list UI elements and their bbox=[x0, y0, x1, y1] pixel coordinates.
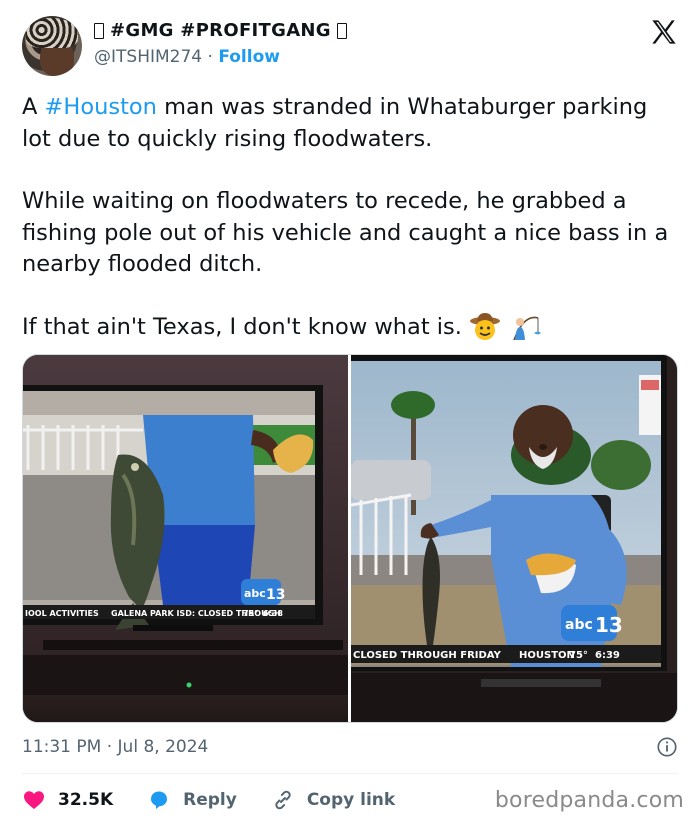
unknown-glyph-icon bbox=[94, 22, 104, 39]
photo-left[interactable]: abc 13 IOOL ACTIVITIES GALENA PARK ISD: … bbox=[23, 355, 348, 722]
person-fishing-icon bbox=[513, 316, 542, 341]
follow-button[interactable]: Follow bbox=[218, 47, 280, 67]
tweet-text-segment: If that ain't Texas, I don't know what i… bbox=[22, 313, 462, 340]
reply-label: Reply bbox=[183, 790, 237, 810]
left-logo-text: abc bbox=[244, 587, 266, 600]
tv-man-photo: abc 13 CLOSED THROUGH FRIDAY HOUSTON 75°… bbox=[351, 355, 677, 722]
right-logo-text: abc bbox=[565, 617, 593, 633]
tweet-timestamp[interactable]: 11:31 PM · Jul 8, 2024 bbox=[22, 737, 208, 757]
watermark: boredpanda.com bbox=[494, 788, 684, 813]
tv-fish-photo: abc 13 IOOL ACTIVITIES GALENA PARK ISD: … bbox=[23, 355, 348, 722]
right-ticker-time: 6:39 bbox=[595, 650, 620, 661]
reply-button[interactable]: Reply bbox=[147, 788, 237, 812]
left-logo-num: 13 bbox=[266, 587, 285, 603]
tweet-time: 11:31 PM bbox=[22, 737, 102, 757]
tweet-header: #GMG #PROFITGANG @ITSHIM274 · Follow bbox=[22, 16, 682, 78]
left-ticker-temp: 75° bbox=[243, 609, 258, 618]
heart-icon bbox=[24, 791, 44, 809]
user-names: #GMG #PROFITGANG @ITSHIM274 · Follow bbox=[94, 20, 347, 67]
display-name-text: #GMG #PROFITGANG bbox=[110, 20, 331, 41]
hashtag-link[interactable]: #Houston bbox=[45, 94, 157, 120]
tweet-paragraph-3: If that ain't Texas, I don't know what i… bbox=[22, 312, 682, 344]
link-icon bbox=[275, 790, 291, 810]
right-ticker-text: CLOSED THROUGH FRIDAY bbox=[353, 650, 502, 661]
tweet-text: A #Houston man was stranded in Whataburg… bbox=[22, 92, 682, 374]
copy-link-label: Copy link bbox=[306, 790, 396, 810]
tweet-text-segment: A bbox=[22, 94, 45, 120]
cowboy-face-icon bbox=[470, 313, 501, 340]
user-handle[interactable]: @ITSHIM274 bbox=[94, 47, 202, 67]
tweet-date: Jul 8, 2024 bbox=[117, 737, 209, 757]
tweet-paragraph-2: While waiting on floodwaters to recede, … bbox=[22, 188, 669, 277]
like-count: 32.5K bbox=[58, 790, 114, 810]
avatar[interactable] bbox=[22, 16, 82, 76]
right-ticker-temp: 75° bbox=[569, 650, 588, 661]
handle-row: @ITSHIM274 · Follow bbox=[94, 47, 347, 67]
left-ticker-time: 6:38 bbox=[263, 609, 283, 618]
reply-bubble-icon bbox=[151, 791, 168, 809]
timestamp-separator: · bbox=[106, 737, 113, 757]
left-ticker-text: IOOL ACTIVITIES bbox=[25, 609, 99, 618]
x-logo-icon[interactable] bbox=[650, 18, 678, 46]
info-icon[interactable] bbox=[656, 736, 678, 758]
tweet-paragraph-1: A #Houston man was stranded in Whataburg… bbox=[22, 92, 682, 155]
divider bbox=[22, 773, 678, 774]
display-name[interactable]: #GMG #PROFITGANG bbox=[94, 20, 347, 41]
right-ticker-city: HOUSTON bbox=[519, 650, 575, 661]
left-station-logo: abc 13 bbox=[241, 579, 285, 605]
copy-link-button[interactable]: Copy link bbox=[271, 788, 395, 812]
photo-right[interactable]: abc 13 CLOSED THROUGH FRIDAY HOUSTON 75°… bbox=[351, 355, 677, 722]
tweet-media[interactable]: abc 13 IOOL ACTIVITIES GALENA PARK ISD: … bbox=[22, 354, 678, 723]
handle-separator: · bbox=[207, 47, 213, 67]
right-station-logo: abc 13 bbox=[561, 605, 623, 641]
right-logo-num: 13 bbox=[595, 613, 623, 637]
unknown-glyph-icon bbox=[336, 22, 347, 39]
like-button[interactable]: 32.5K bbox=[22, 788, 113, 812]
